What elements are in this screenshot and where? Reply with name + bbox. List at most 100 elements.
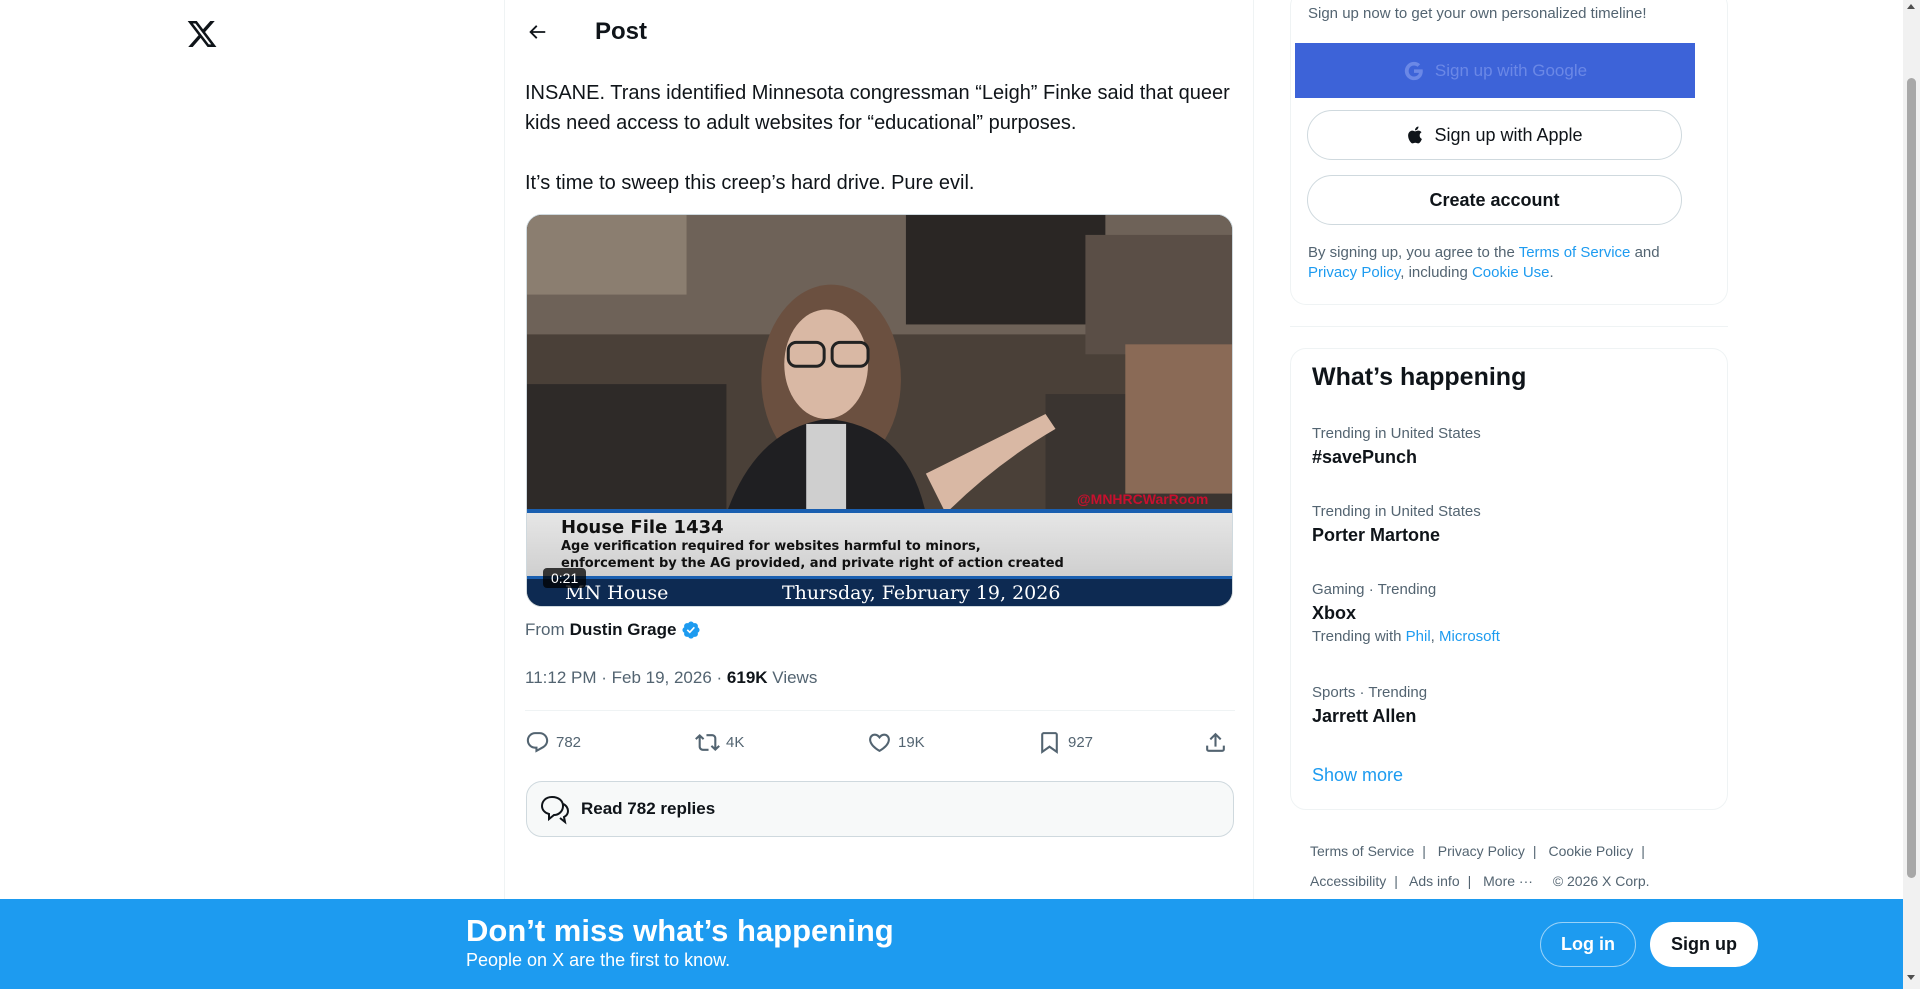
legal-end: . bbox=[1549, 264, 1554, 281]
page-title: Post bbox=[595, 18, 648, 45]
lower-third-subtitle-line-1: Age verification required for websites h… bbox=[561, 539, 981, 554]
lower-third-subtitle: Age verification required for websites h… bbox=[561, 538, 1121, 572]
from-author-link[interactable]: Dustin Grage bbox=[570, 620, 677, 640]
signup-banner: Don’t miss what’s happening People on X … bbox=[0, 899, 1903, 989]
trend-name: #savePunch bbox=[1312, 447, 1418, 467]
privacy-link[interactable]: Privacy Policy bbox=[1308, 264, 1400, 281]
scroll-up-arrow-icon[interactable] bbox=[1907, 4, 1915, 9]
post-header: Post bbox=[505, 0, 1253, 64]
footer-link[interactable]: Cookie Policy bbox=[1548, 843, 1633, 859]
share-icon bbox=[1206, 732, 1225, 752]
trend-related-link[interactable]: Microsoft bbox=[1439, 628, 1500, 645]
footer-link[interactable]: Accessibility bbox=[1310, 873, 1386, 889]
tweet-actions: 782 4K 19K 927 bbox=[525, 722, 1235, 762]
lower-third-subtitle-line-2: enforcement by the AG provided, and priv… bbox=[561, 556, 1064, 571]
bookmark-button[interactable]: 927 bbox=[1037, 722, 1093, 762]
trend-item[interactable]: Gaming · Trending Xbox Trending with Phi… bbox=[1312, 580, 1692, 648]
copyright: © 2026 X Corp. bbox=[1552, 873, 1650, 889]
trend-item[interactable]: Trending in United States #savePunch bbox=[1312, 424, 1692, 470]
divider bbox=[525, 710, 1235, 711]
signup-google-label: Sign up with Google bbox=[1434, 60, 1588, 80]
read-replies-button[interactable]: Read 782 replies bbox=[526, 781, 1234, 837]
speech-bubble-icon bbox=[540, 795, 570, 825]
tweet-text-line-2: It’s time to sweep this creep’s hard dri… bbox=[525, 172, 975, 194]
footer-link[interactable]: Terms of Service bbox=[1310, 843, 1414, 859]
video-duration: 0:21 bbox=[543, 568, 587, 588]
trend-item[interactable]: Sports · Trending Jarrett Allen bbox=[1312, 683, 1692, 729]
reply-button[interactable]: 782 bbox=[525, 722, 581, 762]
trend-name: Porter Martone bbox=[1312, 525, 1441, 545]
tweet-timestamp[interactable]: 11:12 PM · Feb 19, 2026 · bbox=[525, 668, 727, 687]
read-replies-label: Read 782 replies bbox=[581, 799, 716, 818]
share-button[interactable] bbox=[1203, 722, 1228, 762]
tweet-text-line-1: INSANE. Trans identified Minnesota congr… bbox=[525, 82, 1230, 134]
video-date: Thursday, February 19, 2026 bbox=[782, 582, 1061, 604]
arrow-left-icon bbox=[529, 25, 546, 39]
video-lower-third: House File 1434 Age verification require… bbox=[527, 509, 1232, 576]
from-label: From bbox=[525, 620, 565, 639]
scroll-thumb[interactable] bbox=[1907, 78, 1916, 878]
repost-button[interactable]: 4K bbox=[695, 722, 744, 762]
banner-subtitle: People on X are the first to know. bbox=[466, 950, 731, 970]
trends-title: What’s happening bbox=[1312, 363, 1527, 391]
trend-meta: Sports · Trending bbox=[1312, 684, 1428, 701]
trend-related-link[interactable]: Phil bbox=[1406, 628, 1431, 645]
reply-count: 782 bbox=[556, 733, 582, 751]
footer-link[interactable]: Ads info bbox=[1409, 873, 1460, 889]
tweet-text: INSANE. Trans identified Minnesota congr… bbox=[525, 78, 1235, 198]
reply-icon bbox=[526, 731, 549, 753]
trend-related: Trending with Phil, Microsoft bbox=[1312, 626, 1692, 648]
repost-count: 4K bbox=[726, 733, 745, 751]
views-count: 619K bbox=[726, 668, 768, 687]
like-count: 19K bbox=[898, 733, 925, 751]
tweet-video[interactable]: @MNHRCWarRoom House File 1434 Age verifi… bbox=[526, 214, 1233, 607]
trend-meta: Gaming · Trending bbox=[1312, 581, 1437, 598]
google-g-icon bbox=[1404, 61, 1423, 80]
legal-prefix: By signing up, you agree to the bbox=[1308, 244, 1519, 261]
legal-and: and bbox=[1630, 244, 1660, 261]
show-more-link[interactable]: Show more bbox=[1312, 765, 1403, 786]
banner-title: Don’t miss what’s happening bbox=[466, 913, 894, 948]
apple-icon bbox=[1408, 126, 1423, 144]
scrollbar[interactable] bbox=[1903, 0, 1920, 989]
trend-name: Jarrett Allen bbox=[1312, 706, 1417, 726]
lower-third-title: House File 1434 bbox=[561, 517, 724, 538]
signup-apple-button[interactable]: Sign up with Apple bbox=[1307, 110, 1682, 160]
signup-apple-label: Sign up with Apple bbox=[1434, 124, 1583, 145]
scroll-down-arrow-icon[interactable] bbox=[1907, 975, 1915, 980]
from-attribution: From Dustin Grage bbox=[525, 620, 701, 640]
trend-name: Xbox bbox=[1312, 603, 1357, 623]
trend-meta: Trending in United States bbox=[1312, 425, 1481, 442]
trend-related-label: Trending with bbox=[1312, 628, 1406, 645]
create-account-button[interactable]: Create account bbox=[1307, 175, 1682, 225]
views-label: Views bbox=[767, 668, 818, 687]
footer-links: Terms of Service | Privacy Policy | Cookie… bbox=[1310, 843, 1650, 889]
bookmark-icon bbox=[1041, 731, 1058, 754]
back-button[interactable] bbox=[517, 12, 557, 52]
video-watermark: @MNHRCWarRoom bbox=[1077, 491, 1209, 507]
signup-note: Sign up now to get your own personalized… bbox=[1308, 5, 1647, 22]
legal-including: , including bbox=[1400, 264, 1472, 281]
divider bbox=[1290, 326, 1728, 327]
trend-related-sep: , bbox=[1430, 628, 1440, 645]
signup-button[interactable]: Sign up bbox=[1650, 922, 1758, 967]
tweet-meta: 11:12 PM · Feb 19, 2026 · 619K Views bbox=[525, 668, 817, 688]
login-button[interactable]: Log in bbox=[1540, 922, 1636, 967]
post-column: Post INSANE. Trans identified Minnesota … bbox=[504, 0, 1254, 900]
video-channel-bar: MN House Thursday, February 19, 2026 bbox=[527, 576, 1232, 606]
trend-item[interactable]: Trending in United States Porter Martone bbox=[1312, 502, 1692, 548]
repost-icon bbox=[695, 733, 720, 751]
footer-link[interactable]: More ··· bbox=[1483, 873, 1533, 889]
trend-meta: Trending in United States bbox=[1312, 503, 1481, 520]
footer-link[interactable]: Privacy Policy bbox=[1438, 843, 1525, 859]
heart-icon bbox=[869, 733, 890, 752]
cookie-use-link[interactable]: Cookie Use bbox=[1472, 264, 1550, 281]
verified-badge-icon bbox=[682, 621, 700, 639]
x-logo-icon[interactable] bbox=[186, 18, 218, 50]
signup-legal-text: By signing up, you agree to the Terms of… bbox=[1308, 243, 1688, 283]
trends-card bbox=[1290, 348, 1728, 810]
signup-google-button[interactable]: Sign up with Google bbox=[1295, 43, 1695, 98]
terms-link[interactable]: Terms of Service bbox=[1519, 244, 1631, 261]
bookmark-count: 927 bbox=[1068, 733, 1094, 751]
like-button[interactable]: 19K bbox=[867, 722, 925, 762]
